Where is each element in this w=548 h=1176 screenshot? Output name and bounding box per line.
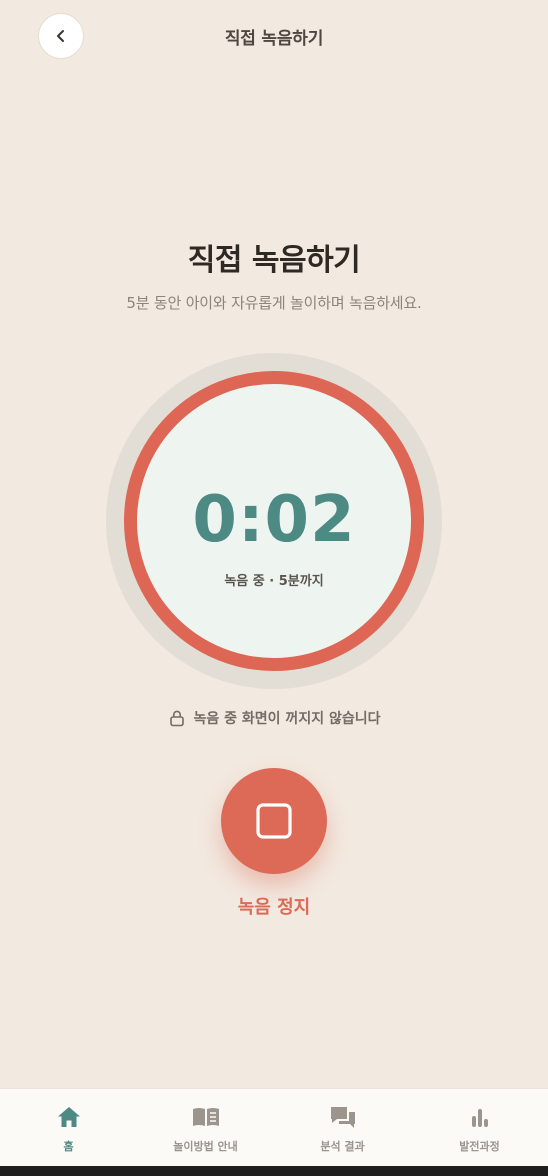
notice-text: 녹음 중 화면이 꺼지지 않습니다	[193, 711, 381, 727]
nav-item-analysis-results[interactable]: 분석 결과	[274, 1089, 411, 1166]
nav-label: 홈	[63, 1140, 74, 1153]
stop-recording-label: 녹음 정지	[237, 897, 311, 918]
bottom-navigation: 홈 놀이방법 안내 분석 결과 발전과정	[0, 1088, 548, 1166]
book-icon	[191, 1104, 221, 1130]
stop-recording-button[interactable]	[221, 768, 327, 874]
bar-chart-icon	[468, 1104, 492, 1130]
screen-awake-notice: 녹음 중 화면이 꺼지지 않습니다	[0, 708, 548, 728]
top-bar: 직접 녹음하기	[0, 0, 548, 72]
page-subtitle: 5분 동안 아이와 자유롭게 놀이하며 녹음하세요.	[126, 294, 422, 312]
system-navigation-bar	[0, 1166, 548, 1176]
recording-timer: 0:02 녹음 중 · 5분까지	[124, 371, 424, 671]
home-icon	[56, 1104, 82, 1130]
page-title: 직접 녹음하기	[187, 243, 361, 278]
nav-item-home[interactable]: 홈	[0, 1089, 137, 1166]
timer-caption: 녹음 중 · 5분까지	[224, 574, 324, 589]
nav-label: 발전과정	[459, 1140, 500, 1153]
stop-square-icon	[255, 802, 293, 840]
nav-item-play-guide[interactable]: 놀이방법 안내	[137, 1089, 274, 1166]
elapsed-time: 0:02	[192, 483, 356, 557]
nav-item-progress[interactable]: 발전과정	[411, 1089, 548, 1166]
chat-bubbles-icon	[329, 1104, 357, 1130]
nav-label: 놀이방법 안내	[173, 1140, 238, 1153]
nav-label: 분석 결과	[320, 1140, 365, 1153]
header-title: 직접 녹음하기	[224, 29, 324, 49]
lock-icon	[168, 709, 186, 727]
